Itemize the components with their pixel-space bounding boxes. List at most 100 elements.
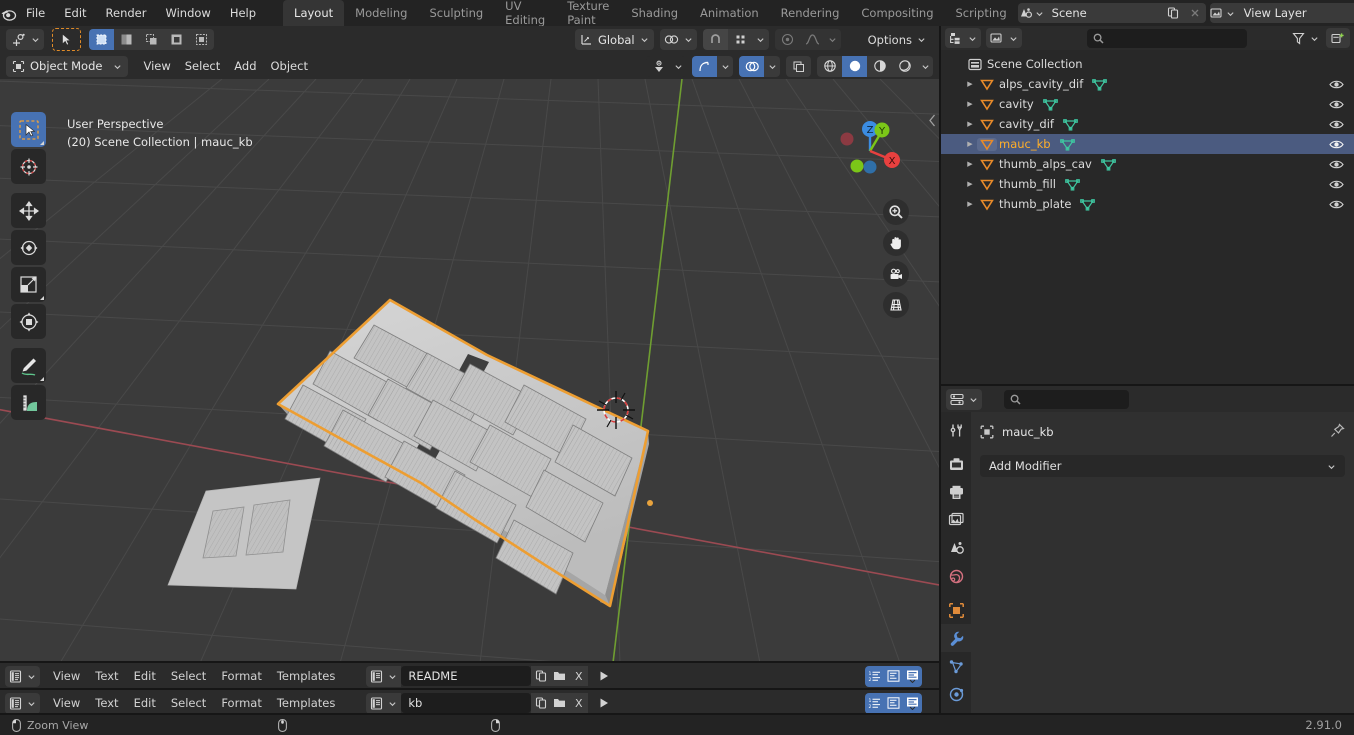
transform-orientation-dropdown[interactable]: Global [574,29,654,50]
outliner-root-row[interactable]: Scene Collection [941,54,1354,74]
menu-file[interactable]: File [17,2,54,24]
overlays-chevron-icon[interactable] [764,55,780,77]
tab-scripting[interactable]: Scripting [945,0,1018,26]
tool-move[interactable] [11,193,46,228]
toggle-perspective-button[interactable] [883,292,909,318]
pin-icon[interactable] [1330,423,1345,441]
expand-arrow-icon[interactable]: ▶ [963,80,977,88]
text-filename-1[interactable]: README [401,666,532,686]
snap-options-chevron-icon[interactable] [752,29,769,50]
shading-chevron-icon[interactable] [917,55,933,77]
text-menu-format-1[interactable]: Format [214,666,269,686]
expand-arrow-icon[interactable]: ▶ [963,180,977,188]
mesh-data-icon[interactable] [1100,158,1116,171]
blender-logo-icon[interactable] [0,5,17,22]
viewport-menu-view[interactable]: View [136,56,177,76]
visibility-eye-icon[interactable] [1329,154,1344,174]
wireframe-shading-icon[interactable] [817,55,842,77]
tab-layout[interactable]: Layout [283,0,345,26]
line-numbers-icon[interactable]: 1 2 [865,692,884,714]
word-wrap-icon[interactable] [884,665,903,687]
view-layer-name[interactable]: View Layer [1235,3,1354,23]
mesh-data-icon[interactable] [1059,138,1075,151]
tab-animation[interactable]: Animation [689,0,770,26]
outliner-row-thumb-fill[interactable]: ▶ thumb_fill [941,174,1354,194]
outliner-row-thumb-plate[interactable]: ▶ thumb_plate [941,194,1354,214]
object-types-visibility-icon[interactable] [646,56,671,77]
falloff-curve-icon[interactable] [799,29,825,50]
menu-help[interactable]: Help [221,2,265,24]
tool-cursor[interactable] [11,149,46,184]
run-script-button-2[interactable] [594,693,613,713]
tool-rotate[interactable] [11,230,46,265]
text-datablock-dropdown-1[interactable] [366,665,402,687]
text-menu-select-1[interactable]: Select [164,666,213,686]
unlink-scene-button[interactable] [1183,3,1206,23]
outliner-filter-dropdown[interactable] [1289,28,1322,48]
text-menu-view-1[interactable]: View [46,666,87,686]
text-menu-edit-1[interactable]: Edit [127,666,163,686]
overlays-icon[interactable] [739,55,764,77]
tweak-select-icon[interactable] [52,28,81,51]
gizmo-icon[interactable] [692,55,717,77]
text-menu-select-2[interactable]: Select [164,693,213,713]
expand-arrow-icon[interactable]: ▶ [963,200,977,208]
text-menu-text-2[interactable]: Text [88,693,125,713]
output-tab[interactable] [941,478,971,506]
tool-annotate[interactable] [11,348,46,383]
visibility-eye-icon[interactable] [1329,94,1344,114]
new-text-button-2[interactable] [531,693,551,713]
visibility-eye-icon[interactable] [1329,174,1344,194]
new-text-button-1[interactable] [531,666,551,686]
tab-modeling[interactable]: Modeling [344,0,418,26]
object-tab[interactable] [941,596,971,624]
subtract-select-icon[interactable] [139,29,164,50]
gizmo-chevron-icon[interactable] [717,55,733,77]
outliner-filter-id-dropdown[interactable] [986,28,1022,48]
outliner-display-mode-dropdown[interactable] [945,28,981,48]
new-scene-button[interactable] [1161,3,1184,23]
view-layer-datablock[interactable]: View Layer [1209,3,1354,23]
intersect-select-icon[interactable] [189,29,214,50]
tool-transform[interactable] [11,304,46,339]
properties-editor-type-dropdown[interactable] [946,388,982,410]
snap-target-icon[interactable] [727,29,753,50]
expand-arrow-icon[interactable]: ▶ [963,100,977,108]
text-menu-templates-2[interactable]: Templates [270,693,342,713]
tool-scale[interactable] [11,267,46,302]
visibility-chevron-icon[interactable] [671,56,686,77]
zoom-view-button[interactable] [883,199,909,225]
line-numbers-icon[interactable]: 1 2 [865,665,884,687]
open-text-button-2[interactable] [550,693,570,713]
editor-type-dropdown-2[interactable] [5,692,40,714]
visibility-eye-icon[interactable] [1329,134,1344,154]
object-mode-dropdown[interactable]: Object Mode [6,55,129,77]
text-datablock-dropdown-2[interactable] [366,692,402,714]
pan-view-button[interactable] [883,230,909,256]
invert-select-icon[interactable] [164,29,189,50]
text-menu-templates-1[interactable]: Templates [270,666,342,686]
scene-tab[interactable] [941,534,971,562]
modifier-tab[interactable] [941,624,971,652]
proportional-editing-icon[interactable] [774,29,800,50]
outliner-row-cavity[interactable]: ▶ cavity [941,94,1354,114]
expand-arrow-icon[interactable]: ▶ [963,140,977,148]
pivot-point-dropdown[interactable] [659,29,697,50]
scene-datablock[interactable]: Scene [1017,3,1206,23]
properties-search-input[interactable] [1004,389,1129,409]
run-script-button-1[interactable] [594,666,613,686]
rendered-shading-icon[interactable] [892,55,917,77]
tool-tab[interactable] [941,416,971,444]
viewport-menu-object[interactable]: Object [264,56,315,76]
open-text-button-1[interactable] [550,666,570,686]
tab-texture-paint[interactable]: Texture Paint [556,0,620,27]
text-menu-text-1[interactable]: Text [88,666,125,686]
tab-rendering[interactable]: Rendering [770,0,851,26]
extend-select-icon[interactable] [114,29,139,50]
view-layer-icon[interactable] [1209,3,1236,23]
menu-edit[interactable]: Edit [55,2,95,24]
visibility-eye-icon[interactable] [1329,74,1344,94]
mesh-data-icon[interactable] [1092,78,1108,91]
syntax-highlight-icon[interactable] [903,665,922,687]
scene-name[interactable]: Scene [1043,3,1162,23]
